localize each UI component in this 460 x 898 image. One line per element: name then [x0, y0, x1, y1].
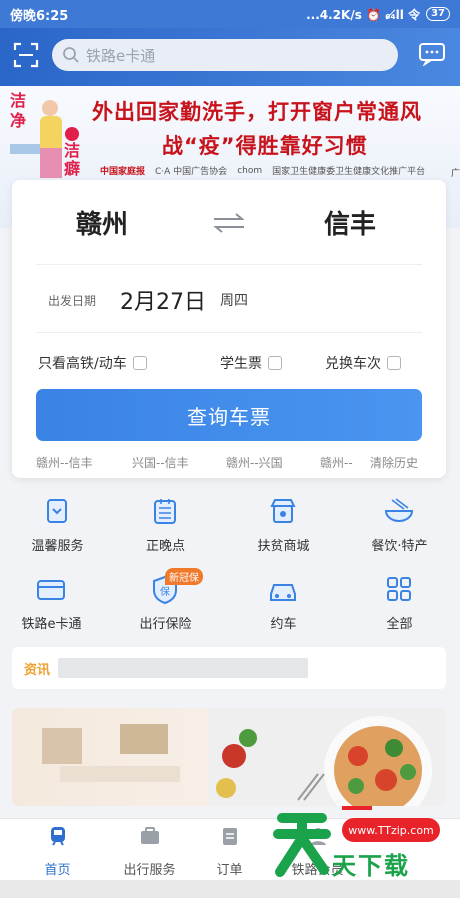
clear-history-button[interactable]: 清除历史	[370, 454, 418, 471]
insurance-badge: 新冠保	[165, 568, 203, 585]
option-student-ticket[interactable]: 学生票	[220, 353, 282, 373]
message-icon[interactable]	[418, 42, 446, 66]
grid-item-label: 餐饮·特产	[371, 539, 428, 554]
ticket-search-card: 赣州 信丰 出发日期 2月27日 周四 只看高铁/动车 学生票 兑换车次 查询车…	[12, 180, 446, 478]
grid-item-poverty-mall[interactable]: 扶贫商城	[226, 490, 341, 560]
status-bar: 傍晚6:25 ...4.2K/s ⏰ ₆₄̸ll 令 37	[0, 0, 460, 28]
news-text-blurred	[58, 658, 309, 678]
watermark-text: 天下载	[332, 852, 410, 880]
search-placeholder: 铁路e卡通	[86, 46, 156, 65]
grid-item-punctuality[interactable]: 正晚点	[108, 490, 223, 560]
ad-sponsor-logos: 中国家庭报 C·A 中国广告协会 chom 国家卫生健康委卫生健康文化推广平台	[100, 164, 426, 178]
search-input[interactable]: 铁路e卡通	[52, 39, 398, 71]
option-label: 只看高铁/动车	[38, 356, 127, 372]
sponsor-logo: 中国家庭报	[100, 167, 146, 177]
option-exchange-train[interactable]: 兑换车次	[325, 353, 401, 373]
blurred-content	[60, 766, 180, 782]
svg-text:洁: 洁	[10, 91, 26, 110]
swap-stations-icon[interactable]	[210, 210, 248, 236]
grid-item-label: 温馨服务	[31, 539, 84, 554]
highspeed-checkbox[interactable]	[132, 356, 147, 370]
car-icon	[270, 584, 296, 601]
search-icon	[63, 47, 79, 63]
date-label: 出发日期	[48, 294, 97, 308]
grid-item-warm-service[interactable]: 温馨服务	[0, 490, 115, 560]
from-station[interactable]: 赣州	[42, 204, 162, 241]
svg-text:净: 净	[10, 111, 26, 130]
option-label: 学生票	[220, 356, 262, 372]
grid-item-label: 全部	[386, 617, 413, 632]
svg-text:保: 保	[160, 585, 170, 598]
grid-item-label: 正晚点	[145, 539, 185, 554]
food-photo-icon	[208, 708, 446, 806]
status-icons: ...4.2K/s ⏰ ₆₄̸ll 令 37	[306, 6, 450, 23]
divider	[36, 264, 422, 265]
card-icon	[37, 580, 65, 600]
weekday: 周四	[220, 293, 248, 309]
calendar-icon	[154, 499, 176, 524]
svg-text:洁: 洁	[64, 141, 80, 160]
ad-headline: 外出回家勤洗手，打开窗户常通风	[92, 100, 422, 124]
food-bowl-icon	[384, 498, 414, 522]
grid-item-label: 约车	[270, 617, 297, 632]
watermark-url: www.TTzip.com	[342, 818, 440, 842]
order-icon	[222, 828, 237, 845]
history-item[interactable]: 兴国--信丰	[132, 454, 189, 471]
svg-text:癖: 癖	[64, 159, 80, 178]
all-grid-icon	[387, 577, 411, 601]
grid-item-label: 出行保险	[139, 617, 192, 632]
blurred-content	[120, 724, 168, 754]
option-highspeed-only[interactable]: 只看高铁/动车	[38, 353, 147, 373]
to-station[interactable]: 信丰	[290, 204, 410, 241]
status-time: 傍晚6:25	[10, 8, 69, 24]
shop-icon	[270, 499, 296, 523]
history-item[interactable]: 赣州--	[320, 454, 353, 471]
query-tickets-button[interactable]: 查询车票	[36, 389, 422, 441]
option-label: 兑换车次	[325, 356, 381, 372]
system-nav-bar	[0, 880, 460, 898]
status-indicators: ...4.2K/s ⏰ ₆₄̸ll 令	[306, 7, 421, 22]
grid-item-rail-card[interactable]: 铁路e卡通	[0, 568, 109, 638]
history-item[interactable]: 赣州--信丰	[36, 454, 93, 471]
departure-date[interactable]: 2月27日	[120, 284, 206, 316]
grid-item-label: 铁路e卡通	[21, 617, 82, 632]
sponsor-logo: 国家卫生健康委卫生健康文化推广平台	[272, 167, 426, 177]
exchange-checkbox[interactable]	[387, 356, 401, 370]
scan-icon[interactable]	[13, 42, 39, 68]
grid-item-food[interactable]: 餐饮·特产	[342, 490, 457, 560]
handwash-illustration-icon: 洁 净 洁 癖	[10, 91, 80, 178]
sponsor-logo: chom	[237, 165, 263, 176]
blurred-content	[42, 728, 82, 764]
grid-item-label: 扶贫商城	[257, 539, 310, 554]
grid-item-all[interactable]: 全部	[342, 568, 457, 638]
briefcase-icon	[140, 827, 159, 844]
news-label: 资讯	[24, 662, 51, 678]
promo-banner[interactable]	[12, 708, 446, 806]
home-train-icon	[50, 827, 65, 846]
divider	[36, 332, 422, 333]
student-checkbox[interactable]	[268, 356, 282, 370]
history-item[interactable]: 赣州--兴国	[226, 454, 283, 471]
sponsor-logo: C·A 中国广告协会	[155, 167, 228, 177]
ad-subheadline: 战“疫”得胜靠好习惯	[162, 134, 368, 158]
grid-item-ride-hailing[interactable]: 约车	[226, 568, 341, 638]
news-bar[interactable]: 资讯	[12, 647, 446, 689]
warm-service-icon	[47, 499, 67, 523]
battery-icon: 37	[426, 7, 450, 21]
ad-corner-label: 广	[450, 169, 460, 179]
